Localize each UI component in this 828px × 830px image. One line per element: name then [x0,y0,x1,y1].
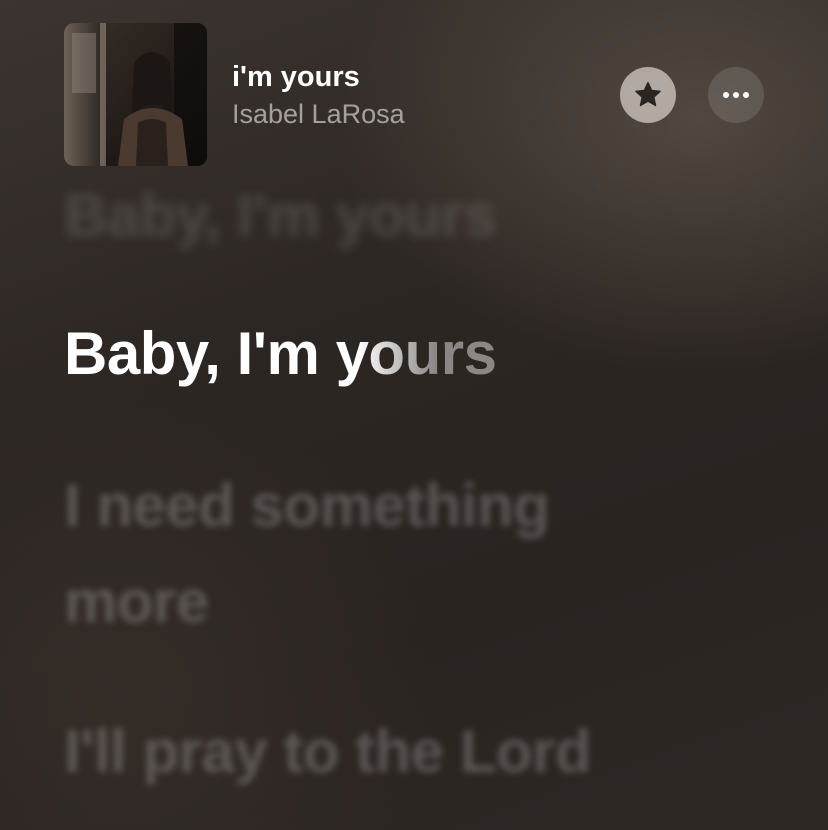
ellipsis-icon [723,92,749,98]
album-artwork[interactable] [64,23,207,166]
lyric-line-upcoming[interactable]: I'll pray to the Lord [64,716,592,788]
lyric-line-upcoming[interactable]: more [64,566,209,638]
track-info[interactable]: i'm yours Isabel LaRosa [232,59,405,132]
lyric-line-previous[interactable]: Baby, I'm yours [64,180,497,252]
lyric-line-upcoming[interactable]: I need something [64,470,550,542]
track-artist[interactable]: Isabel LaRosa [232,96,405,132]
lyric-line-current[interactable]: Baby, I'm yours [64,318,497,390]
now-playing-header: i'm yours Isabel LaRosa [64,23,764,166]
more-options-button[interactable] [708,67,764,123]
star-icon [635,82,661,107]
album-artwork-image [64,23,207,166]
favorite-button[interactable] [620,67,676,123]
track-title: i'm yours [232,61,360,93]
